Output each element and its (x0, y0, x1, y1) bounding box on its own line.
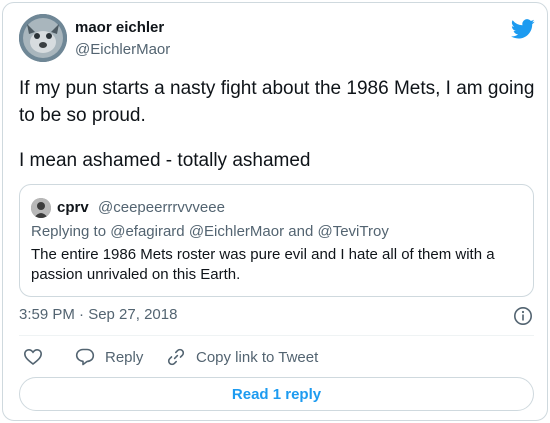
reply-user-eichlermaor[interactable]: @EichlerMaor (189, 223, 284, 240)
replying-to: Replying to @efagirard @EichlerMaor and … (31, 222, 389, 242)
quoted-tweet[interactable]: cprv @ceepeerrrvvveee Replying to @efagi… (19, 184, 534, 297)
author-avatar[interactable] (19, 14, 67, 62)
quoted-author-handle: @ceepeerrrvvveee (98, 199, 225, 216)
info-icon[interactable] (513, 306, 533, 326)
avatar-image-icon (19, 14, 67, 62)
author-name[interactable]: maor eichler (75, 18, 164, 38)
reply-bubble-icon (75, 348, 95, 366)
quoted-tweet-text: The entire 1986 Mets roster was pure evi… (31, 246, 495, 283)
link-icon (167, 348, 185, 366)
tweet-text-line-1: If my pun starts a nasty fight about the… (19, 78, 535, 126)
like-button[interactable] (23, 345, 53, 369)
author-handle[interactable]: @EichlerMaor (75, 40, 170, 60)
quoted-author-avatar (31, 198, 51, 218)
read-replies-button[interactable]: Read 1 reply (19, 377, 534, 411)
twitter-bird-icon[interactable] (511, 17, 535, 41)
reply-user-efagirard[interactable]: @efagirard (110, 223, 184, 240)
replying-to-prefix: Replying to (31, 223, 111, 240)
heart-icon (23, 348, 43, 366)
replying-to-and: and (284, 223, 318, 240)
tweet-text-line-2: I mean ashamed - totally ashamed (19, 150, 311, 171)
copy-link-button[interactable]: Copy link to Tweet (166, 345, 318, 369)
reply-label: Reply (105, 348, 144, 366)
tweet-timestamp[interactable]: 3:59 PM · Sep 27, 2018 (19, 305, 177, 325)
tweet-card: maor eichler @EichlerMaor If my pun star… (2, 2, 548, 421)
quoted-avatar-image-icon (31, 198, 51, 218)
divider (19, 335, 534, 336)
reply-user-tevitroy[interactable]: @TeviTroy (317, 223, 388, 240)
quoted-author-name: cprv (57, 199, 89, 216)
copy-link-label: Copy link to Tweet (196, 348, 319, 366)
reply-button[interactable]: Reply (75, 345, 143, 369)
